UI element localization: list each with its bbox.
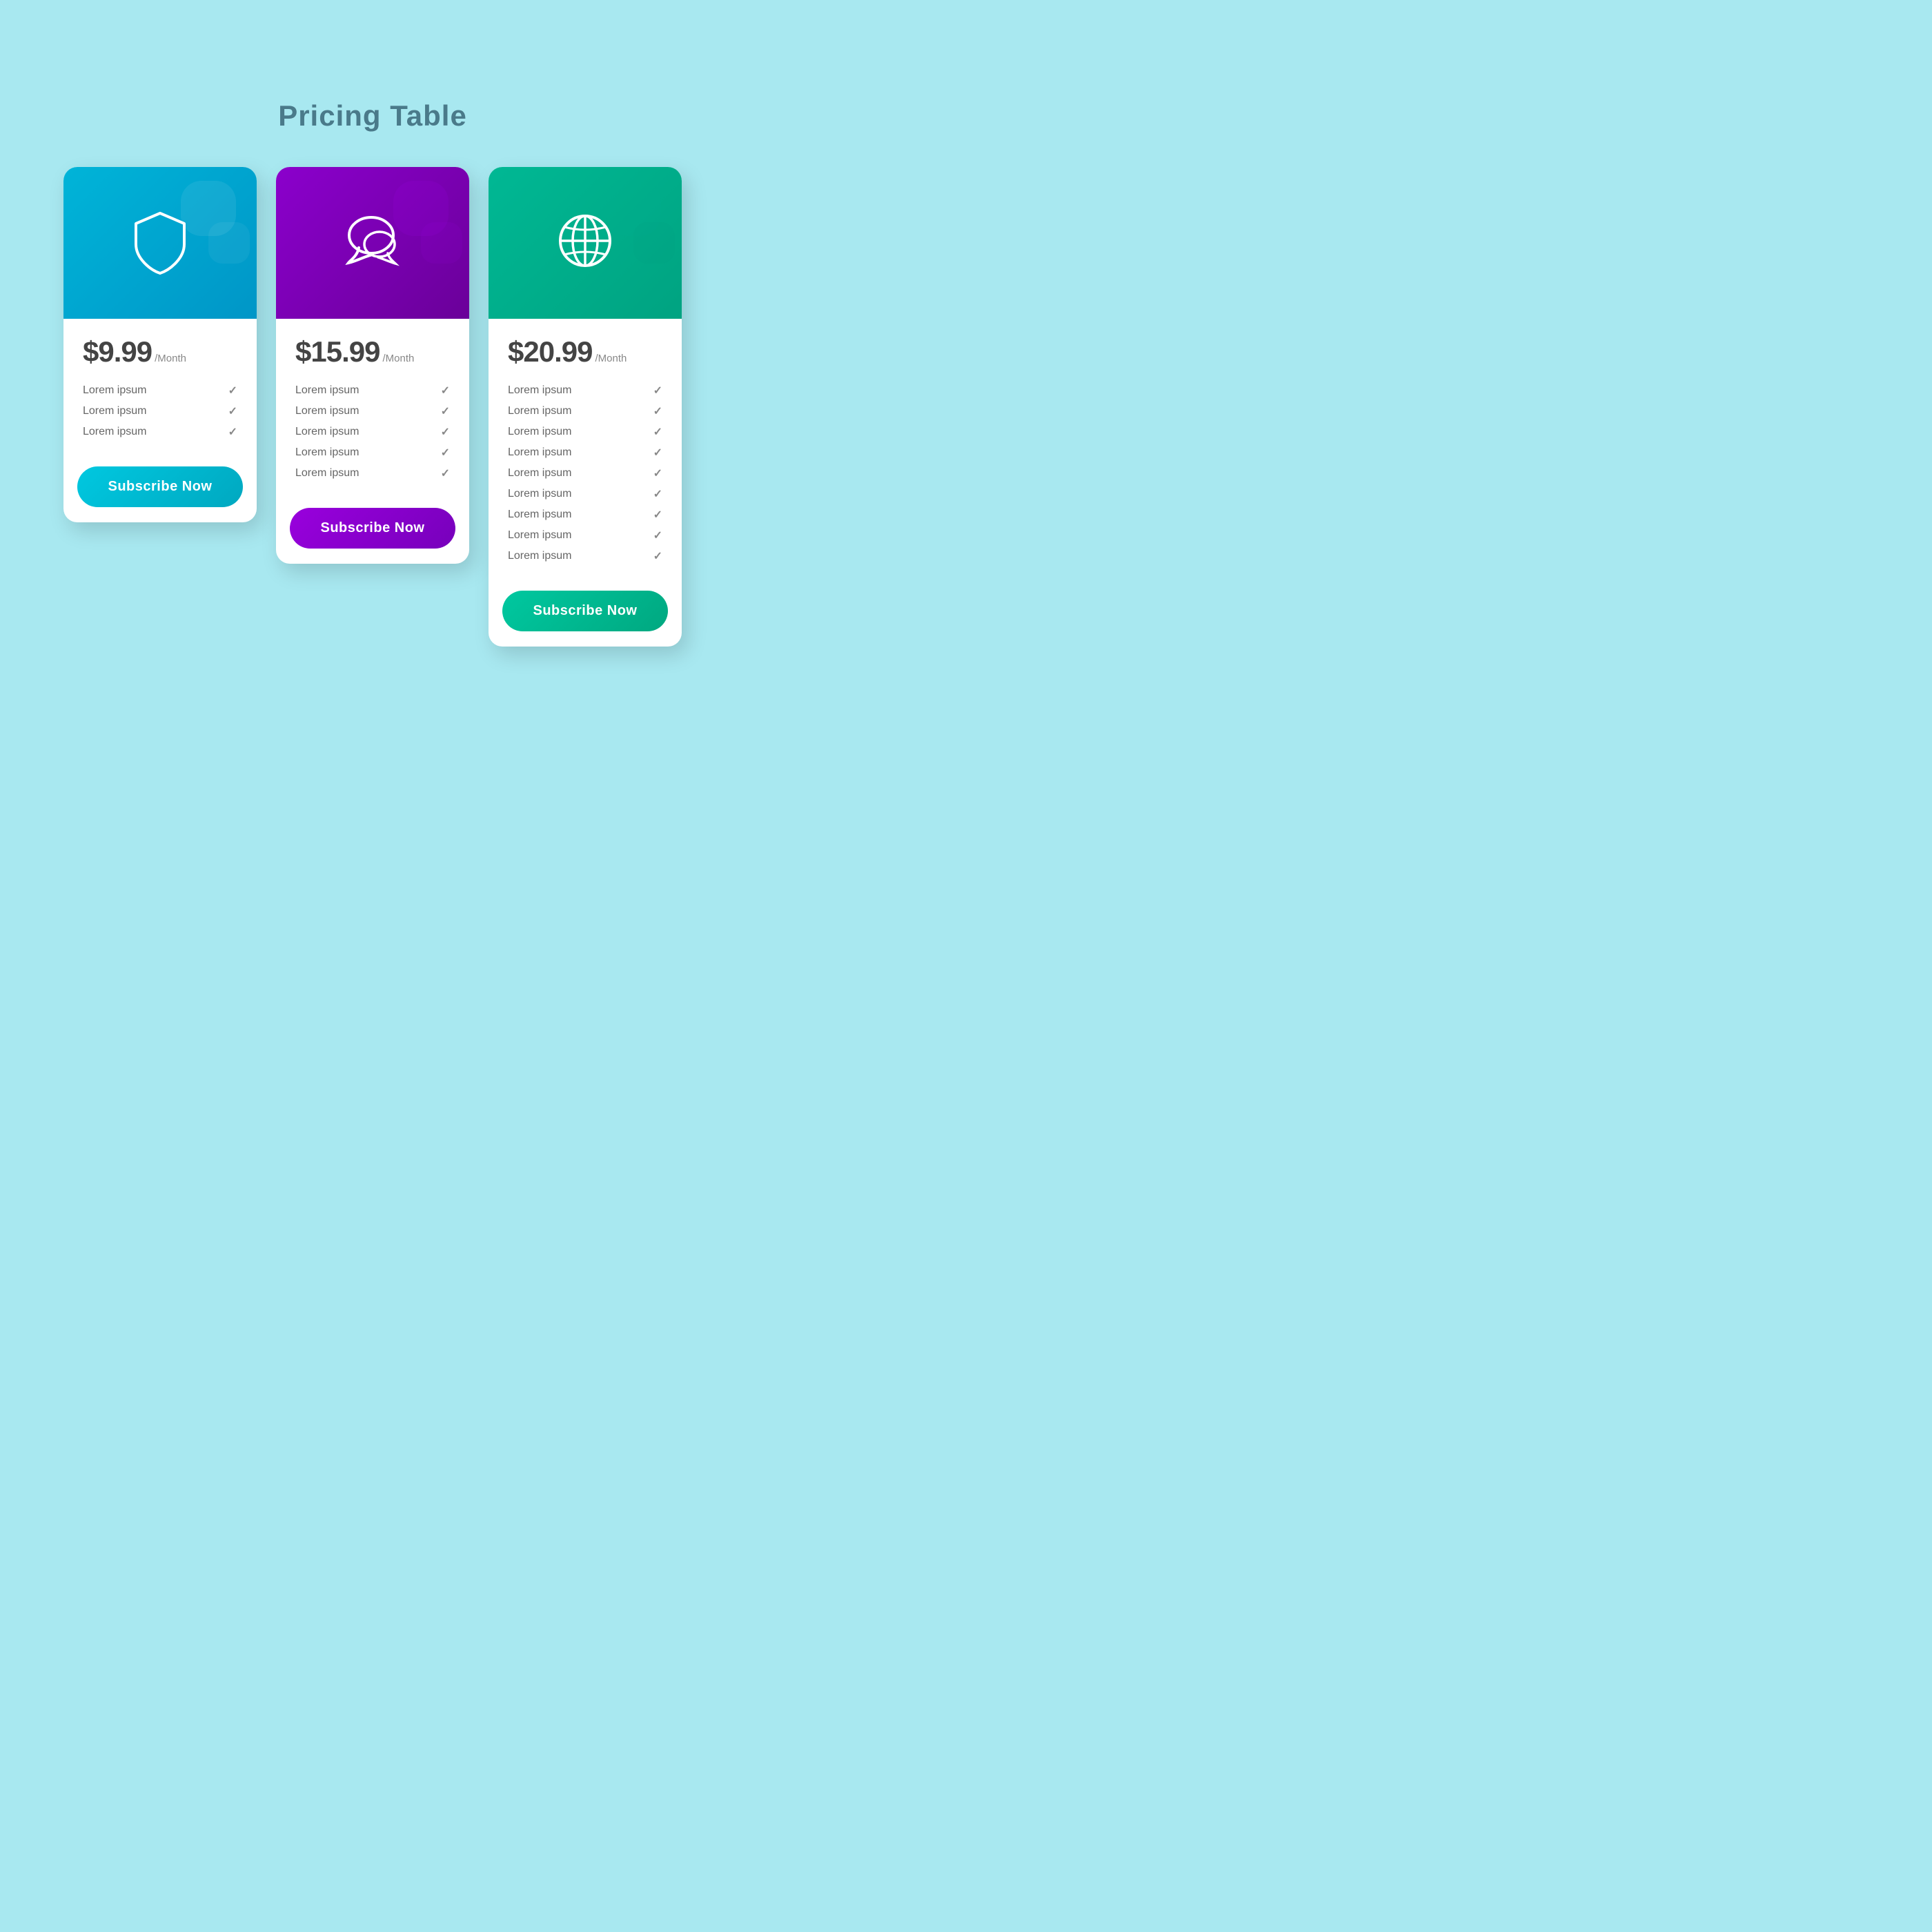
pricing-cards-container: $9.99 /Month Lorem ipsum ✓ Lorem ipsum ✓…	[63, 167, 682, 647]
features-list-premium: Lorem ipsum ✓ Lorem ipsum ✓ Lorem ipsum …	[508, 384, 662, 563]
feature-label: Lorem ipsum	[83, 426, 146, 438]
subscribe-button-basic[interactable]: Subscribe Now	[77, 466, 243, 507]
price-row-standard: $15.99 /Month	[295, 335, 450, 368]
list-item: Lorem ipsum ✓	[508, 508, 662, 522]
feature-label: Lorem ipsum	[295, 426, 359, 438]
list-item: Lorem ipsum ✓	[508, 404, 662, 418]
pricing-card-standard: $15.99 /Month Lorem ipsum ✓ Lorem ipsum …	[276, 167, 469, 564]
list-item: Lorem ipsum ✓	[295, 384, 450, 397]
features-list-basic: Lorem ipsum ✓ Lorem ipsum ✓ Lorem ipsum …	[83, 384, 237, 439]
feature-label: Lorem ipsum	[295, 384, 359, 397]
card-body-standard: $15.99 /Month Lorem ipsum ✓ Lorem ipsum …	[276, 319, 469, 494]
check-icon: ✓	[653, 508, 662, 522]
features-list-standard: Lorem ipsum ✓ Lorem ipsum ✓ Lorem ipsum …	[295, 384, 450, 480]
feature-label: Lorem ipsum	[508, 550, 571, 562]
price-period-basic: /Month	[155, 353, 186, 364]
list-item: Lorem ipsum ✓	[295, 466, 450, 480]
feature-label: Lorem ipsum	[83, 405, 146, 417]
list-item: Lorem ipsum ✓	[508, 384, 662, 397]
card-body-basic: $9.99 /Month Lorem ipsum ✓ Lorem ipsum ✓…	[63, 319, 257, 453]
card-header-standard	[276, 167, 469, 319]
check-icon: ✓	[653, 446, 662, 460]
feature-label: Lorem ipsum	[508, 488, 571, 500]
list-item: Lorem ipsum ✓	[295, 425, 450, 439]
price-period-premium: /Month	[595, 353, 627, 364]
price-amount-premium: $20.99	[508, 335, 592, 368]
check-icon: ✓	[441, 404, 450, 418]
list-item: Lorem ipsum ✓	[508, 425, 662, 439]
check-icon: ✓	[228, 384, 237, 397]
price-amount-standard: $15.99	[295, 335, 379, 368]
check-icon: ✓	[653, 466, 662, 480]
list-item: Lorem ipsum ✓	[508, 487, 662, 501]
card-body-premium: $20.99 /Month Lorem ipsum ✓ Lorem ipsum …	[489, 319, 682, 577]
list-item: Lorem ipsum ✓	[83, 384, 237, 397]
check-icon: ✓	[228, 425, 237, 439]
check-icon: ✓	[441, 466, 450, 480]
list-item: Lorem ipsum ✓	[508, 466, 662, 480]
check-icon: ✓	[441, 446, 450, 460]
check-icon: ✓	[653, 425, 662, 439]
feature-label: Lorem ipsum	[508, 509, 571, 521]
feature-label: Lorem ipsum	[508, 426, 571, 438]
feature-label: Lorem ipsum	[508, 405, 571, 417]
check-icon: ✓	[653, 487, 662, 501]
price-row-premium: $20.99 /Month	[508, 335, 662, 368]
shield-icon	[126, 206, 195, 279]
list-item: Lorem ipsum ✓	[295, 446, 450, 460]
feature-label: Lorem ipsum	[508, 467, 571, 480]
feature-label: Lorem ipsum	[295, 446, 359, 459]
feature-label: Lorem ipsum	[295, 467, 359, 480]
feature-label: Lorem ipsum	[508, 529, 571, 542]
check-icon: ✓	[653, 384, 662, 397]
list-item: Lorem ipsum ✓	[508, 549, 662, 563]
feature-label: Lorem ipsum	[295, 405, 359, 417]
card-header-basic	[63, 167, 257, 319]
page-title: Pricing Table	[278, 99, 467, 132]
list-item: Lorem ipsum ✓	[295, 404, 450, 418]
check-icon: ✓	[441, 384, 450, 397]
feature-label: Lorem ipsum	[508, 446, 571, 459]
check-icon: ✓	[653, 404, 662, 418]
feature-label: Lorem ipsum	[83, 384, 146, 397]
check-icon: ✓	[441, 425, 450, 439]
list-item: Lorem ipsum ✓	[83, 404, 237, 418]
list-item: Lorem ipsum ✓	[508, 529, 662, 542]
list-item: Lorem ipsum ✓	[83, 425, 237, 439]
chat-icon	[338, 206, 407, 279]
price-period-standard: /Month	[382, 353, 414, 364]
check-icon: ✓	[653, 529, 662, 542]
pricing-card-premium: $20.99 /Month Lorem ipsum ✓ Lorem ipsum …	[489, 167, 682, 647]
check-icon: ✓	[228, 404, 237, 418]
list-item: Lorem ipsum ✓	[508, 446, 662, 460]
price-row-basic: $9.99 /Month	[83, 335, 237, 368]
pricing-card-basic: $9.99 /Month Lorem ipsum ✓ Lorem ipsum ✓…	[63, 167, 257, 522]
globe-icon	[551, 206, 620, 279]
subscribe-button-premium[interactable]: Subscribe Now	[502, 591, 668, 631]
card-header-premium	[489, 167, 682, 319]
price-amount-basic: $9.99	[83, 335, 152, 368]
subscribe-button-standard[interactable]: Subscribe Now	[290, 508, 455, 549]
feature-label: Lorem ipsum	[508, 384, 571, 397]
check-icon: ✓	[653, 549, 662, 563]
